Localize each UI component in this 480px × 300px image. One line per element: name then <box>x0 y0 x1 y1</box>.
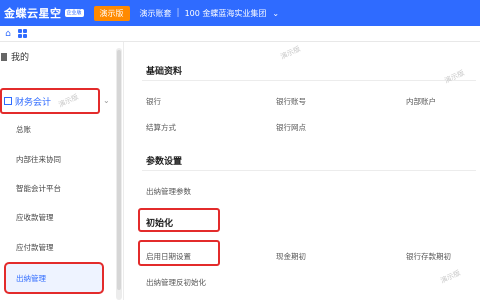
link-bank-branch[interactable]: 银行网点 <box>276 122 306 133</box>
watermark: 演示版 <box>279 44 302 62</box>
finance-icon <box>4 97 12 105</box>
logo-text: 金蝶云星空 <box>4 7 62 20</box>
chevron-down-icon[interactable]: ⌄ <box>272 9 279 18</box>
link-start-date[interactable]: 启用日期设置 <box>146 251 191 262</box>
sidebar-item-label: 内部往来协同 <box>16 155 61 164</box>
sidebar-item-label: 应收款管理 <box>16 213 54 222</box>
account-name[interactable]: 演示账套 <box>140 8 172 19</box>
toolbar: ⌂ <box>0 26 480 42</box>
sidebar-item-my[interactable]: 我的 <box>1 50 128 63</box>
apps-grid-icon[interactable] <box>18 29 27 38</box>
section-title: 初始化 <box>146 219 174 229</box>
link-cashier-params[interactable]: 出纳管理参数 <box>146 186 191 197</box>
sidebar-item-label: 我的 <box>11 53 30 63</box>
divider <box>142 170 476 171</box>
demo-badge: 演示版 <box>93 5 130 21</box>
link-settlement[interactable]: 结算方式 <box>146 122 176 133</box>
home-icon[interactable]: ⌂ <box>2 28 14 40</box>
link-cash-opening[interactable]: 现金期初 <box>276 251 306 262</box>
separator: | <box>176 8 180 18</box>
section-title: 基础资料 <box>146 67 183 77</box>
divider <box>142 80 476 81</box>
link-bank-opening[interactable]: 银行存款期初 <box>406 251 451 262</box>
user-icon <box>1 52 7 61</box>
top-bar: 金蝶云星空 企业版 演示版 演示账套 | 100 金蝶蓝海实业集团 ⌄ <box>0 0 480 26</box>
chevron-down-icon[interactable]: ⌄ <box>103 96 110 105</box>
section-title: 参数设置 <box>146 157 183 167</box>
link-reverse-init[interactable]: 出纳管理反初始化 <box>146 277 206 288</box>
scrollbar-thumb[interactable] <box>117 50 121 290</box>
sidebar-item-label: 智能会计平台 <box>16 184 61 193</box>
edition-badge: 企业版 <box>64 9 84 17</box>
sidebar-group-label: 财务会计 <box>15 97 52 108</box>
company-selector[interactable]: 100 金蝶蓝海实业集团 <box>185 8 267 19</box>
link-internal-account[interactable]: 内部账户 <box>406 96 436 107</box>
sidebar-item-label: 出纳管理 <box>16 274 46 283</box>
logo: 金蝶云星空 企业版 <box>4 5 84 21</box>
main-content: 基础资料 银行 银行账号 内部账户 结算方式 银行网点 参数设置 出纳管理参数 … <box>124 42 480 300</box>
sidebar-item-cashier[interactable]: 出纳管理 <box>4 262 104 294</box>
watermark: 演示版 <box>439 268 462 286</box>
sidebar-item-label: 总账 <box>16 125 31 134</box>
sidebar-item-label: 应付款管理 <box>16 243 54 252</box>
link-bank-account[interactable]: 银行账号 <box>276 96 306 107</box>
watermark: 演示版 <box>443 68 466 86</box>
link-bank[interactable]: 银行 <box>146 96 161 107</box>
sidebar: 我的 财务会计 ⌄ 总账 内部往来协同 智能会计平台 应收款管理 应付款管理 出… <box>0 42 124 300</box>
sidebar-group-finance[interactable]: 财务会计 <box>0 88 100 114</box>
